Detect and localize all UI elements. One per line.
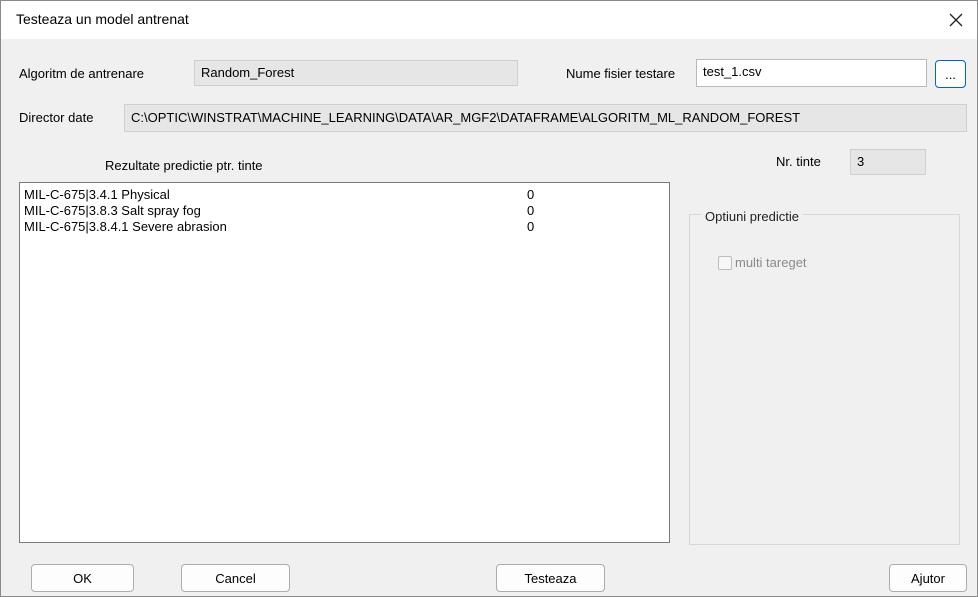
data-dir-field: C:\OPTIC\WINSTRAT\MACHINE_LEARNING\DATA\…: [124, 104, 967, 132]
list-item-value: 0: [527, 219, 535, 234]
close-icon: [949, 13, 963, 27]
window-title: Testeaza un model antrenat: [16, 11, 189, 27]
list-item[interactable]: MIL-C-675|3.8.4.1 Severe abrasion 0: [24, 219, 664, 235]
list-item[interactable]: MIL-C-675|3.4.1 Physical 0: [24, 187, 664, 203]
results-list[interactable]: MIL-C-675|3.4.1 Physical 0 MIL-C-675|3.8…: [19, 182, 670, 543]
test-file-input[interactable]: test_1.csv: [696, 59, 927, 87]
help-button-label: Ajutor: [911, 570, 945, 586]
targets-field: 3: [850, 149, 926, 175]
algorithm-value: Random_Forest: [201, 65, 295, 80]
ok-button-label: OK: [73, 570, 92, 586]
test-file-value: test_1.csv: [703, 64, 762, 79]
test-button[interactable]: Testeaza: [496, 564, 605, 592]
targets-value: 3: [857, 154, 865, 169]
cancel-button[interactable]: Cancel: [181, 564, 290, 592]
cancel-button-label: Cancel: [215, 570, 256, 586]
list-item-name: MIL-C-675|3.8.3 Salt spray fog: [24, 203, 201, 218]
list-item-name: MIL-C-675|3.8.4.1 Severe abrasion: [24, 219, 227, 234]
list-item-name: MIL-C-675|3.4.1 Physical: [24, 187, 170, 202]
dialog-window: Testeaza un model antrenat Algoritm de a…: [0, 0, 978, 597]
data-dir-label: Director date: [19, 110, 94, 125]
targets-label: Nr. tinte: [776, 154, 821, 169]
list-item[interactable]: MIL-C-675|3.8.3 Salt spray fog 0: [24, 203, 664, 219]
options-legend: Optiuni predictie: [701, 209, 803, 224]
browse-button[interactable]: ...: [935, 60, 966, 88]
list-item-value: 0: [527, 203, 535, 218]
algorithm-field: Random_Forest: [194, 60, 518, 86]
results-label: Rezultate predictie ptr. tinte: [105, 158, 263, 173]
browse-button-label: ...: [945, 66, 956, 82]
multi-target-checkbox[interactable]: multi tareget: [718, 255, 807, 270]
close-button[interactable]: [941, 5, 971, 35]
algorithm-label: Algoritm de antrenare: [19, 66, 145, 81]
title-bar: Testeaza un model antrenat: [1, 1, 977, 39]
help-button[interactable]: Ajutor: [889, 564, 967, 592]
ok-button[interactable]: OK: [31, 564, 134, 592]
data-dir-value: C:\OPTIC\WINSTRAT\MACHINE_LEARNING\DATA\…: [131, 110, 801, 125]
checkbox-box: [718, 255, 732, 270]
test-button-label: Testeaza: [524, 570, 577, 586]
test-file-label: Nume fisier testare: [566, 66, 676, 81]
multi-target-label: multi tareget: [735, 255, 807, 270]
list-item-value: 0: [527, 187, 535, 202]
